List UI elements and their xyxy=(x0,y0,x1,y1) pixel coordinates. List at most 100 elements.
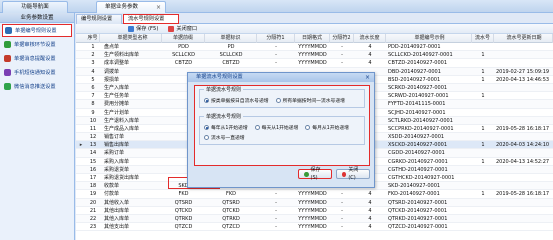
table-cell[interactable]: YYYYMMDD xyxy=(295,190,330,198)
table-cell[interactable]: - xyxy=(257,223,295,231)
column-header[interactable]: 流水长度 xyxy=(354,34,386,43)
table-cell: 1 xyxy=(91,44,95,50)
radio-button[interactable] xyxy=(305,125,311,130)
table-cell[interactable]: 4 xyxy=(354,223,386,231)
table-cell[interactable]: 4 xyxy=(354,190,386,198)
table-cell[interactable]: SCLLCKD xyxy=(205,51,257,59)
table-cell[interactable]: - xyxy=(330,207,354,215)
table-cell[interactable]: QTSRD xyxy=(205,199,257,207)
table-cell: 盘点单 xyxy=(104,44,120,50)
table-cell[interactable]: 4 xyxy=(354,51,386,59)
close-window-button[interactable]: 关闭窗口 xyxy=(168,25,197,32)
rule-group-1-option-label: 所有单据按时间一流水号递增 xyxy=(282,99,345,104)
table-cell[interactable]: QTRKD xyxy=(162,215,205,223)
dialog-close-icon[interactable]: × xyxy=(365,73,370,82)
rule-group-2-option[interactable]: 每年从1开始递增 xyxy=(204,124,248,131)
table-cell[interactable]: 4 xyxy=(354,43,386,51)
table-cell: 14 xyxy=(89,150,97,157)
table-cell[interactable]: QTZCD xyxy=(162,223,205,231)
radio-button[interactable] xyxy=(275,98,281,103)
table-cell[interactable]: - xyxy=(257,207,295,215)
table-cell[interactable]: YYYYMMDD xyxy=(295,199,330,207)
table-row[interactable]: 21 其他出库单 QTCKD QTCKD - YYYYMMDD -4 QTCKD-201409… xyxy=(76,207,553,215)
table-cell[interactable]: 4 xyxy=(354,215,386,223)
table-cell[interactable]: - xyxy=(330,59,354,67)
sidebar-item[interactable]: 单据消息提醒设置 xyxy=(2,52,72,65)
table-row[interactable]: 1 盘点单 PDD PD - YYYYMMDD -4 PDD-20140927-0001 xyxy=(76,43,553,52)
table-row[interactable]: 19 付款单 FKD FKD - YYYYMMDD -4 FKD-20140927-0001 1… xyxy=(76,190,553,199)
table-row[interactable]: 2 生产领料出库单 SCLLCKD SCLLCKD - YYYYMMDD -4 SCLLCKD… xyxy=(76,51,553,60)
table-cell[interactable]: YYYYMMDD xyxy=(295,43,330,51)
table-cell[interactable]: - xyxy=(257,215,295,223)
radio-button[interactable] xyxy=(204,125,209,130)
save-button[interactable]: 保存 (F5) xyxy=(128,25,158,32)
table-cell[interactable]: - xyxy=(257,190,295,198)
sidebar-item[interactable]: 单据审核环节设置 xyxy=(2,38,72,51)
column-header[interactable]: 流水号更新日期 xyxy=(494,34,553,43)
table-cell[interactable]: - xyxy=(257,43,295,51)
tab-function-nav[interactable]: 功能导航面 xyxy=(2,1,68,13)
table-cell[interactable]: CBTZD xyxy=(205,59,257,67)
tab-serial-rule[interactable]: 流水号规则设置 xyxy=(123,14,179,24)
tab-business-params[interactable]: 单据业务参数 × xyxy=(96,1,166,13)
radio-button[interactable] xyxy=(204,135,209,140)
column-header[interactable]: 序号 xyxy=(86,34,100,43)
table-cell[interactable]: YYYYMMDD xyxy=(295,59,330,67)
table-cell[interactable]: - xyxy=(330,190,354,198)
table-cell[interactable]: YYYYMMDD xyxy=(295,215,330,223)
table-cell[interactable]: QTCKD xyxy=(205,207,257,215)
table-cell[interactable]: FKD xyxy=(162,190,205,198)
tab-number-rule[interactable]: 编号规则设置 xyxy=(76,14,122,24)
table-row[interactable]: 23 其他支出单 QTZCD QTZCD - YYYYMMDD -4 QTZCD-201409… xyxy=(76,223,553,232)
column-header[interactable]: 单据前缀 xyxy=(162,34,205,43)
table-cell[interactable]: - xyxy=(257,59,295,67)
table-cell[interactable]: SCLLCKD xyxy=(162,51,205,59)
table-cell[interactable]: YYYYMMDD xyxy=(295,207,330,215)
table-cell[interactable]: PDD xyxy=(162,43,205,51)
table-cell[interactable]: - xyxy=(257,199,295,207)
sidebar-list: 单据编号规则设置 单据审核环节设置 单据消息提醒设置 手机短信通知设置 微信消息推送设置 xyxy=(0,24,74,93)
radio-button[interactable] xyxy=(254,125,260,130)
table-cell[interactable]: PD xyxy=(205,43,257,51)
table-cell[interactable]: QTCKD xyxy=(162,207,205,215)
table-row[interactable]: 3 成本调整单 CBTZD CBTZD - YYYYMMDD -4 CBTZD-2014092… xyxy=(76,59,553,68)
table-cell[interactable]: 4 xyxy=(354,199,386,207)
rule-group-1-option[interactable]: 所有单据按时间一流水号递增 xyxy=(275,97,345,104)
table-cell[interactable]: QTSRD xyxy=(162,199,205,207)
table-cell[interactable]: YYYYMMDD xyxy=(295,51,330,59)
column-header[interactable]: 分隔符2 xyxy=(330,34,354,43)
table-cell[interactable]: YYYYMMDD xyxy=(295,223,330,231)
rule-group-2-option[interactable]: 每月从1开始递增 xyxy=(305,124,349,131)
table-row[interactable]: 20 其他收入单 QTSRD QTSRD - YYYYMMDD -4 QTSRD-201409… xyxy=(76,198,553,207)
table-cell[interactable]: - xyxy=(257,51,295,59)
rule-group-2-option[interactable]: 每天从1开始递增 xyxy=(254,124,298,131)
table-row[interactable]: 22 其他入库单 QTRKD QTRKD - YYYYMMDD -4 QTRKD-201409… xyxy=(76,214,553,224)
rule-group-2-option[interactable]: 流水号一直递增 xyxy=(204,134,245,141)
column-header[interactable]: 单据编号示例 xyxy=(386,34,472,43)
table-cell[interactable]: 4 xyxy=(354,59,386,67)
table-cell[interactable]: - xyxy=(330,43,354,51)
sidebar-item[interactable]: 微信消息推送设置 xyxy=(2,80,72,93)
table-cell[interactable]: - xyxy=(330,215,354,223)
column-header[interactable]: 分隔符1 xyxy=(257,34,295,43)
dialog-close-button[interactable]: 关闭(C) xyxy=(335,167,370,181)
radio-button[interactable] xyxy=(204,98,209,103)
table-cell[interactable]: CBTZD xyxy=(162,59,205,67)
column-header[interactable]: 单据标识 xyxy=(205,34,257,43)
close-icon[interactable]: × xyxy=(156,2,161,13)
column-header[interactable]: 日期格式 xyxy=(295,34,330,43)
column-header[interactable]: 流水号 xyxy=(472,34,494,43)
table-cell[interactable]: 4 xyxy=(354,207,386,215)
table-cell[interactable]: - xyxy=(330,51,354,59)
table-cell: 17 xyxy=(89,175,97,181)
table-cell[interactable]: - xyxy=(330,223,354,231)
table-cell[interactable]: - xyxy=(330,199,354,207)
table-cell[interactable]: QTZCD xyxy=(205,223,257,231)
rule-group-1-option[interactable]: 按类单据按日自流水号递增 xyxy=(204,97,269,104)
table-cell[interactable]: QTRKD xyxy=(205,215,257,223)
sidebar-item[interactable]: 单据编号规则设置 xyxy=(2,24,72,37)
table-cell[interactable]: FKD xyxy=(205,190,257,198)
dialog-save-button[interactable]: 保存(S) xyxy=(298,167,332,181)
column-header[interactable]: 单据类型名称 xyxy=(100,34,162,43)
sidebar-item[interactable]: 手机短信通知设置 xyxy=(2,66,72,79)
